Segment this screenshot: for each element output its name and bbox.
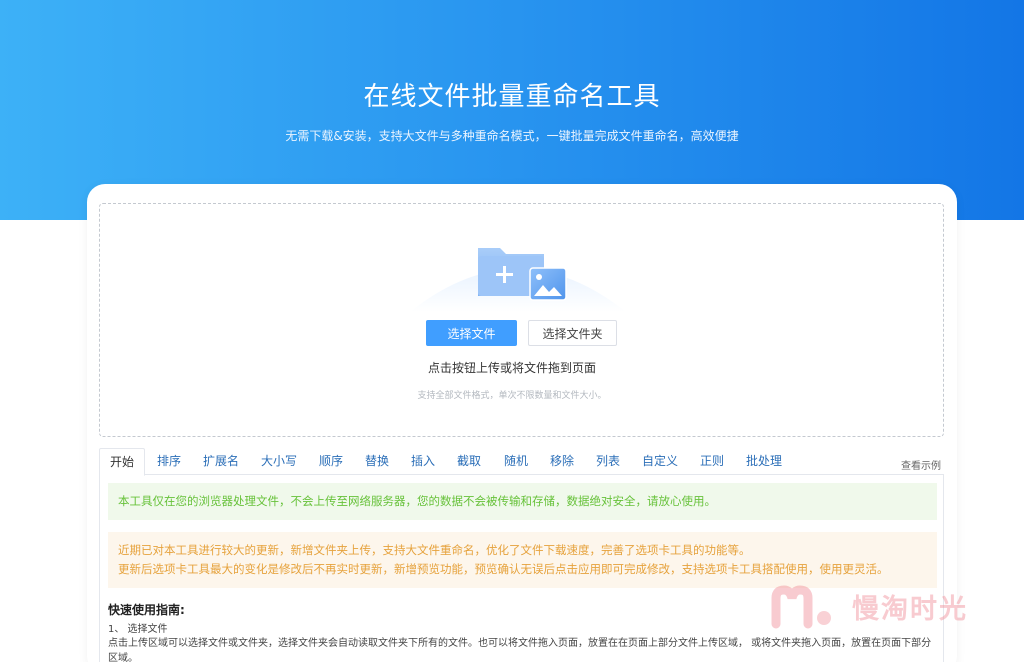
select-file-button[interactable]: 选择文件 bbox=[426, 320, 517, 346]
update-notice-line1: 近期已对本工具进行较大的更新，新增文件夹上传，支持大文件重命名，优化了文件下载速… bbox=[118, 543, 751, 557]
tab-order[interactable]: 顺序 bbox=[319, 448, 343, 475]
tab-sort[interactable]: 排序 bbox=[157, 448, 181, 475]
tool-tabs: 开始 排序 扩展名 大小写 顺序 替换 插入 截取 随机 移除 列表 自定义 正… bbox=[99, 448, 944, 476]
tab-regex[interactable]: 正则 bbox=[700, 448, 724, 475]
tab-random[interactable]: 随机 bbox=[504, 448, 528, 475]
tab-list[interactable]: 列表 bbox=[596, 448, 620, 475]
tab-start[interactable]: 开始 bbox=[99, 448, 146, 476]
guide-title: 快速使用指南: bbox=[108, 603, 185, 617]
view-example-link[interactable]: 查看示例 bbox=[901, 457, 941, 472]
watermark-text: 慢淘时光 bbox=[852, 594, 968, 625]
upload-sub-hint: 支持全部文件格式，单次不限数量和文件大小。 bbox=[417, 391, 607, 401]
page-title: 在线文件批量重命名工具 bbox=[363, 82, 661, 112]
tab-insert[interactable]: 插入 bbox=[411, 448, 435, 475]
tab-custom[interactable]: 自定义 bbox=[642, 448, 678, 475]
update-notice: 近期已对本工具进行较大的更新，新增文件夹上传，支持大文件重命名，优化了文件下载速… bbox=[108, 532, 937, 588]
folder-plus-image-icon bbox=[410, 248, 626, 312]
guide-step-1: 1、 选择文件 bbox=[108, 624, 168, 635]
tab-replace[interactable]: 替换 bbox=[365, 448, 389, 475]
tab-remove[interactable]: 移除 bbox=[550, 448, 574, 475]
tab-case[interactable]: 大小写 bbox=[261, 448, 297, 475]
tab-batch[interactable]: 批处理 bbox=[746, 448, 782, 475]
guide-step-1-desc: 点击上传区域可以选择文件或文件夹，选择文件夹会自动读取文件夹下所有的文件。也可以… bbox=[108, 638, 932, 662]
page-subtitle: 无需下载&安装，支持大文件与多种重命名模式，一键批量完成文件重命名，高效便捷 bbox=[285, 129, 739, 143]
tab-truncate[interactable]: 截取 bbox=[457, 448, 481, 475]
privacy-notice: 本工具仅在您的浏览器处理文件，不会上传至网络服务器，您的数据不会被传输和存储，数… bbox=[108, 483, 937, 520]
tab-extension[interactable]: 扩展名 bbox=[203, 448, 239, 475]
select-folder-button[interactable]: 选择文件夹 bbox=[528, 320, 617, 346]
update-notice-line2: 更新后选项卡工具最大的变化是修改后不再实时更新，新增预览功能，预览确认无误后点击… bbox=[118, 562, 889, 576]
upload-hint: 点击按钮上传或将文件拖到页面 bbox=[427, 361, 596, 375]
